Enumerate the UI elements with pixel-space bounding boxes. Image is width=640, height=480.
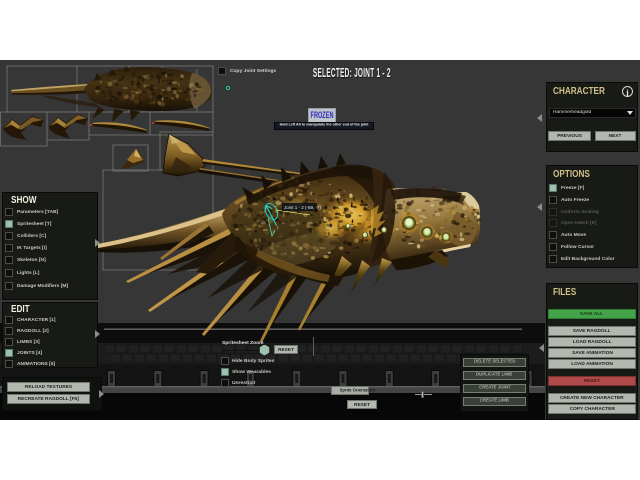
- svg-text:Joint 1 - 2 (-59, -7): Joint 1 - 2 (-59, -7): [284, 205, 322, 210]
